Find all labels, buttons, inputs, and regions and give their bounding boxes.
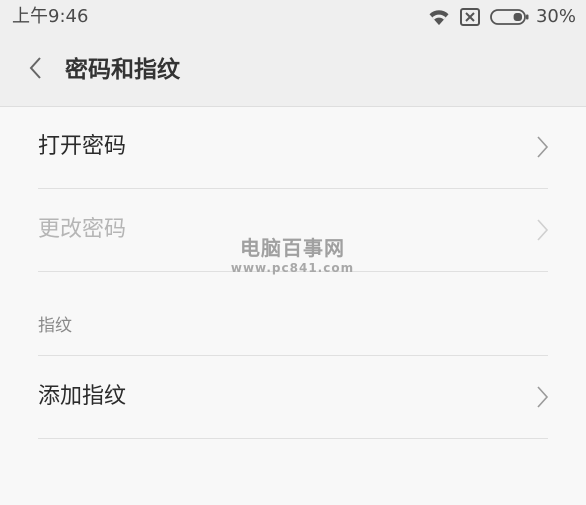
status-bar: 上午9:46 30%	[0, 0, 586, 34]
section-header-fingerprint: 指纹	[38, 316, 72, 336]
action-bar: 密码和指纹	[0, 34, 586, 107]
status-icons: 30%	[428, 5, 576, 29]
chevron-left-icon	[28, 56, 42, 84]
chevron-right-icon	[536, 135, 550, 159]
status-time: 上午9:46	[12, 6, 89, 27]
list-item-label: 打开密码	[38, 134, 127, 159]
battery-icon	[490, 8, 530, 26]
list-item-label: 添加指纹	[38, 384, 127, 409]
open-password-item[interactable]: 打开密码	[0, 107, 586, 189]
page-title: 密码和指纹	[65, 57, 180, 83]
chevron-right-icon	[536, 385, 550, 409]
add-fingerprint-item[interactable]: 添加指纹	[0, 357, 586, 439]
settings-list: 打开密码 更改密码 指纹 添加指纹	[0, 107, 586, 505]
no-sim-icon	[459, 8, 480, 26]
chevron-right-icon	[536, 218, 550, 242]
wifi-icon	[428, 8, 450, 26]
watermark: 电脑百事网 www.pc841.com	[230, 236, 355, 276]
watermark-title: 电脑百事网	[240, 236, 345, 260]
battery-percentage: 30%	[535, 6, 576, 27]
divider	[38, 188, 548, 189]
list-item-label: 更改密码	[38, 217, 127, 242]
watermark-url: www.pc841.com	[230, 261, 355, 275]
back-button[interactable]	[20, 54, 50, 86]
divider	[38, 438, 548, 439]
divider	[38, 355, 548, 356]
